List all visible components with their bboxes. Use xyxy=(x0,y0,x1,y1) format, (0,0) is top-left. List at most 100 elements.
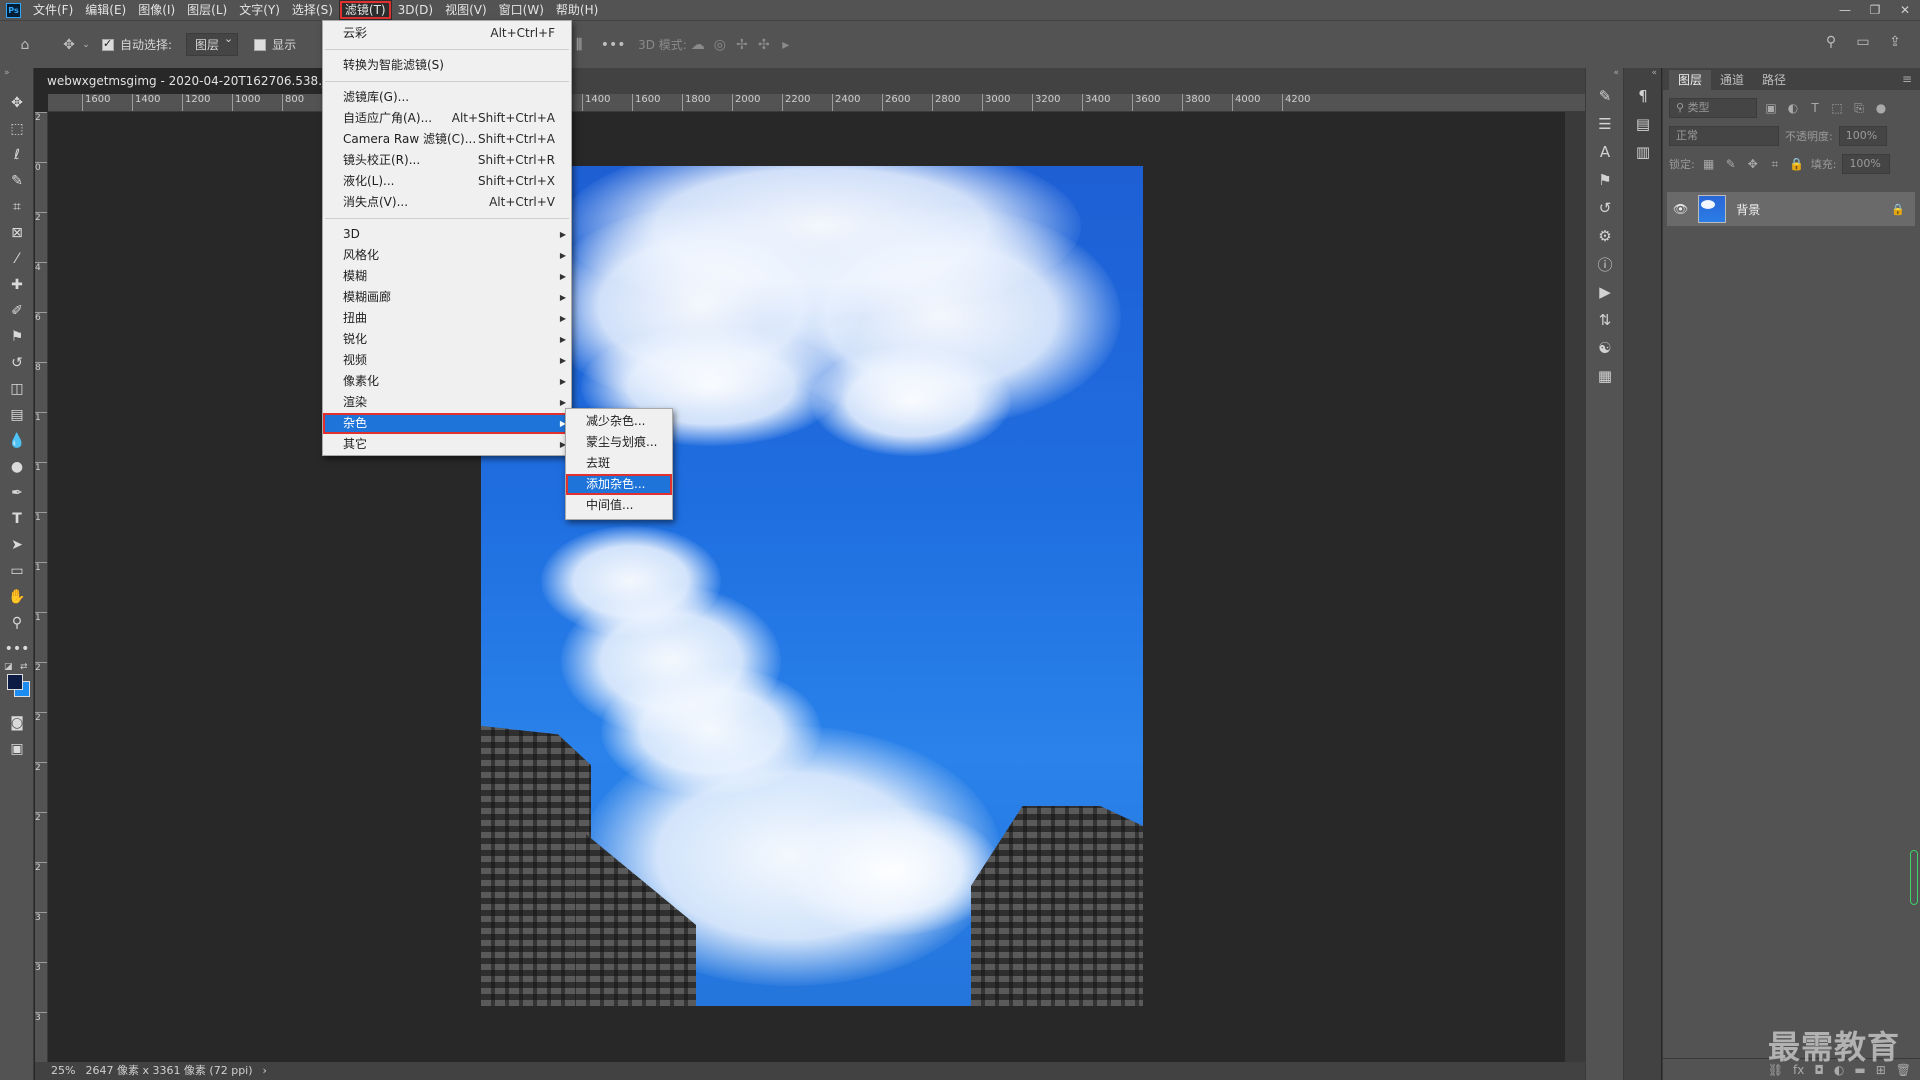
frame-tool-icon[interactable]: ⊠ xyxy=(0,220,34,246)
layer-filter-dropdown[interactable]: ⚲ 类型 xyxy=(1669,98,1757,118)
share-icon[interactable]: ⇪ xyxy=(1884,31,1906,53)
path-selection-tool-icon[interactable]: ➤ xyxy=(0,532,34,558)
rectangle-tool-icon[interactable]: ▭ xyxy=(0,558,34,584)
actions-icon[interactable]: ▶ xyxy=(1586,278,1624,306)
menu-1[interactable]: 编辑(E) xyxy=(79,0,132,20)
layer-name[interactable]: 背景 xyxy=(1736,201,1891,218)
clone-source-icon[interactable]: ⚑ xyxy=(1586,166,1624,194)
filter-menu-item[interactable]: 像素化 xyxy=(323,371,571,392)
info-icon[interactable]: ⓘ xyxy=(1586,250,1624,278)
toolbar-collapse-icon[interactable]: » xyxy=(0,68,33,90)
crop-tool-icon[interactable]: ⌗ xyxy=(0,194,34,220)
lock-transparent-icon[interactable]: ▦ xyxy=(1701,157,1717,171)
3d-pan-icon[interactable]: ✢ xyxy=(731,34,753,56)
tab-layers[interactable]: 图层 xyxy=(1669,70,1712,90)
filter-menu-item[interactable]: 其它 xyxy=(323,434,571,455)
visibility-eye-icon[interactable]: 👁 xyxy=(1673,202,1688,216)
default-colors-icon[interactable]: ◪ xyxy=(4,662,13,672)
menu-9[interactable]: 窗口(W) xyxy=(493,0,550,20)
swap-colors-icon[interactable]: ⇄ xyxy=(20,662,28,672)
noise-submenu-item[interactable]: 中间值... xyxy=(566,495,672,516)
move-tool-icon[interactable]: ✥ xyxy=(58,34,80,56)
3d-orbit-icon[interactable]: ☁ xyxy=(687,34,709,56)
filter-menu-item[interactable]: 风格化 xyxy=(323,245,571,266)
vertical-scrollbar[interactable] xyxy=(1565,112,1585,1062)
screen-mode-icon[interactable]: ▣ xyxy=(0,736,34,762)
marquee-tool-icon[interactable]: ⬚ xyxy=(0,116,34,142)
scroll-indicator[interactable] xyxy=(1910,850,1918,905)
filter-smart-object-icon[interactable]: ⎘ xyxy=(1851,101,1867,116)
lock-all-icon[interactable]: 🔒 xyxy=(1789,157,1805,171)
history-icon[interactable]: ↺ xyxy=(1586,194,1624,222)
lock-pixels-icon[interactable]: ✎ xyxy=(1723,157,1739,171)
filter-menu-item[interactable]: 锐化 xyxy=(323,329,571,350)
show-transform-checkbox[interactable] xyxy=(254,38,267,51)
filter-menu-item[interactable]: 渲染 xyxy=(323,392,571,413)
filter-menu-item[interactable]: 转换为智能滤镜(S) xyxy=(323,55,571,76)
layer-row[interactable]: 👁 背景 🔒 xyxy=(1667,192,1915,226)
panel-menu-icon[interactable]: ≡ xyxy=(1902,72,1920,90)
filter-menu-item[interactable]: 模糊 xyxy=(323,266,571,287)
filter-menu-item[interactable]: 自适应广角(A)... Alt+Shift+Ctrl+A xyxy=(323,108,571,129)
lock-position-icon[interactable]: ✥ xyxy=(1745,157,1761,171)
filter-menu-item[interactable]: 杂色 xyxy=(323,413,571,434)
auto-select-target-dropdown[interactable]: 图层 xyxy=(186,32,239,56)
pen-tool-icon[interactable]: ✒ xyxy=(0,480,34,506)
menu-8[interactable]: 视图(V) xyxy=(439,0,493,20)
menu-10[interactable]: 帮助(H) xyxy=(550,0,604,20)
menu-3[interactable]: 图层(L) xyxy=(181,0,233,20)
3d-slide-icon[interactable]: ✣ xyxy=(753,34,775,56)
filter-type-icon[interactable]: T xyxy=(1807,101,1823,115)
auto-select-checkbox[interactable] xyxy=(102,37,114,51)
close-button[interactable]: ✕ xyxy=(1890,0,1920,20)
blur-tool-icon[interactable]: 💧 xyxy=(0,428,34,454)
blend-mode-dropdown[interactable]: 正常 xyxy=(1669,126,1779,146)
glyphs-icon[interactable]: ⇅ xyxy=(1586,306,1624,334)
restore-button[interactable]: ❐ xyxy=(1860,0,1890,20)
gradient-tool-icon[interactable]: ▤ xyxy=(0,402,34,428)
filter-menu-item[interactable]: 3D xyxy=(323,224,571,245)
status-arrow-icon[interactable]: › xyxy=(263,1062,267,1080)
chevron-down-icon[interactable]: ⌄ xyxy=(80,34,92,56)
document-image[interactable] xyxy=(481,166,1143,1006)
menu-5[interactable]: 选择(S) xyxy=(286,0,339,20)
move-tool-icon[interactable]: ✥ xyxy=(0,90,34,116)
properties-icon[interactable]: ⚙ xyxy=(1586,222,1624,250)
noise-submenu-item[interactable]: 去斑 xyxy=(566,453,672,474)
noise-submenu-item[interactable]: 减少杂色... xyxy=(566,411,672,432)
character-icon[interactable]: A xyxy=(1586,138,1624,166)
paragraph-icon[interactable]: ¶ xyxy=(1624,82,1662,110)
healing-brush-tool-icon[interactable]: ✚ xyxy=(0,272,34,298)
tab-paths[interactable]: 路径 xyxy=(1753,70,1795,90)
filter-adjustment-icon[interactable]: ◐ xyxy=(1785,101,1801,115)
history-brush-tool-icon[interactable]: ↺ xyxy=(0,350,34,376)
quick-mask-icon[interactable]: ◙ xyxy=(0,710,34,736)
filter-menu-item[interactable]: 滤镜库(G)... xyxy=(323,87,571,108)
adjustments-icon[interactable]: ☰ xyxy=(1586,110,1624,138)
table-icon[interactable]: ▦ xyxy=(1586,362,1624,390)
filter-menu-item[interactable]: 液化(L)... Shift+Ctrl+X xyxy=(323,171,571,192)
search-icon[interactable]: ⚲ xyxy=(1820,31,1842,53)
filter-menu-item[interactable]: Camera Raw 滤镜(C)... Shift+Ctrl+A xyxy=(323,129,571,150)
dock2-collapse-icon[interactable]: « xyxy=(1624,68,1661,82)
fill-input[interactable]: 100% xyxy=(1842,154,1891,174)
brush-tool-icon[interactable]: ✐ xyxy=(0,298,34,324)
lasso-tool-icon[interactable]: ℓ xyxy=(0,142,34,168)
notes-icon[interactable]: ▥ xyxy=(1624,138,1662,166)
show-transform-option[interactable]: 显示 xyxy=(254,30,296,60)
zoom-tool-icon[interactable]: ⚲ xyxy=(0,610,34,636)
noise-submenu-item[interactable]: 添加杂色... xyxy=(566,474,672,495)
quick-selection-tool-icon[interactable]: ✎ xyxy=(0,168,34,194)
document-tab[interactable]: webwxgetmsgimg - 2020-04-20T162706.538.j… xyxy=(35,68,335,94)
tab-channels[interactable]: 通道 xyxy=(1711,70,1753,90)
zoom-level[interactable]: 25% xyxy=(51,1062,75,1080)
minimize-button[interactable]: — xyxy=(1830,0,1860,20)
noise-submenu-item[interactable]: 蒙尘与划痕... xyxy=(566,432,672,453)
filter-toggle-icon[interactable]: ● xyxy=(1873,101,1889,115)
workspace-icon[interactable]: ▭ xyxy=(1852,31,1874,53)
filter-menu-item[interactable]: 视频 xyxy=(323,350,571,371)
brush-settings-icon[interactable]: ✎ xyxy=(1586,82,1624,110)
eyedropper-tool-icon[interactable]: ⁄ xyxy=(0,246,34,272)
filter-shape-icon[interactable]: ⬚ xyxy=(1829,101,1845,115)
filter-menu-item[interactable]: 镜头校正(R)... Shift+Ctrl+R xyxy=(323,150,571,171)
